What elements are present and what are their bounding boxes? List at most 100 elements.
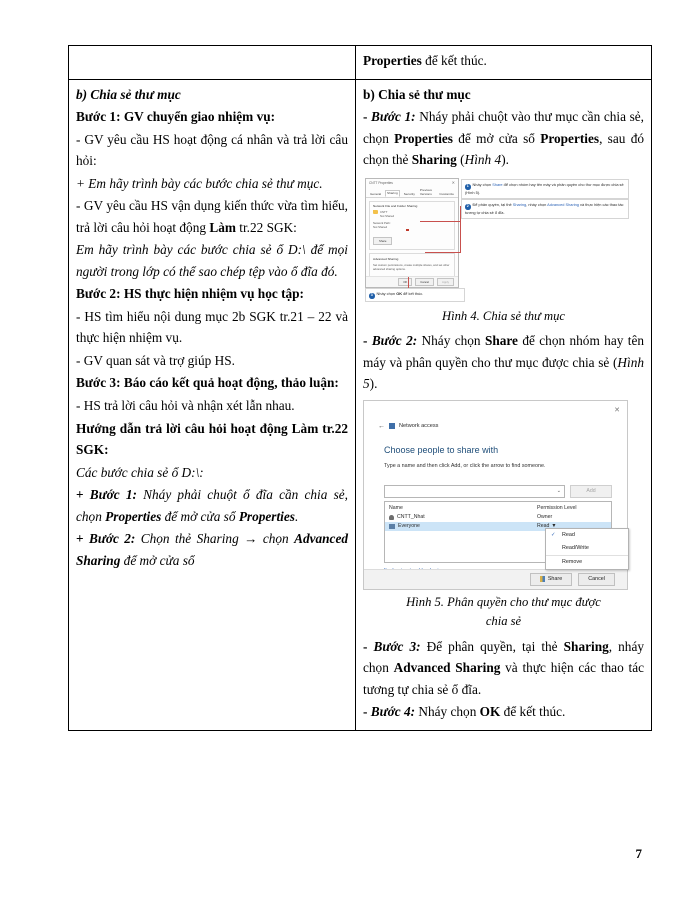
left-b2-label: Bước 2:: [88, 531, 136, 547]
callout-2-blue: Sharing: [512, 202, 527, 208]
tab-sharing[interactable]: Sharing: [385, 189, 400, 197]
close-icon[interactable]: ✕: [614, 406, 620, 414]
left-paragraph-4: Em hãy trình bày các bước chia sẻ ổ D:\ …: [76, 242, 348, 279]
right-b1-label: Bước 1:: [371, 109, 416, 125]
table-row[interactable]: CNTT_Nhat Owner: [385, 513, 611, 522]
callout-2-mid: , nháy chọn: [526, 202, 548, 208]
right-heading: b) Chia sẻ thư mục: [363, 86, 471, 102]
properties-title-text: CNTT Properties: [369, 180, 393, 185]
right-buoc2: - Bước 2: Nháy chọn Share để chọn nhóm h…: [363, 330, 644, 395]
page-number: 7: [635, 846, 643, 861]
right-b4-mark: -: [363, 704, 371, 720]
callout-1-pre: Nháy chọn: [472, 182, 493, 188]
left-paragraph-1: - GV yêu cầu HS hoạt động cá nhân và trả…: [76, 131, 348, 169]
right-b2-label: Bước 2:: [371, 333, 418, 349]
content-table: Properties để kết thúc. b) Chia sẻ thư m…: [68, 45, 652, 731]
right-b1-t2: để mở cửa sổ: [452, 130, 541, 146]
close-icon[interactable]: ✕: [452, 180, 455, 185]
table-row-main: b) Chia sẻ thư mục Bước 1: GV chuyển gia…: [68, 78, 652, 731]
apply-button[interactable]: Apply: [437, 277, 454, 286]
name-input[interactable]: ⌄: [384, 484, 565, 498]
right-b3-b1: Sharing: [563, 638, 609, 654]
back-arrow-icon[interactable]: ←: [378, 423, 385, 430]
section2-text: Set custom permissions, create multiple …: [373, 262, 450, 272]
left-paragraph-5: - HS tìm hiểu nội dung mục 2b SGK tr.21 …: [76, 308, 348, 346]
chevron-down-icon[interactable]: ⌄: [557, 488, 561, 494]
network-access-dialog: ✕ ← Network access Choose people to shar…: [363, 399, 629, 590]
figure-5-caption-line2: chia sẻ: [485, 614, 522, 629]
figure-4-image: CNTT Properties ✕ General Sharing Securi…: [363, 175, 629, 304]
dialog-subtitle: Type a name and then click Add, or click…: [384, 462, 546, 469]
callout-1: 1 Nháy chọn Share để chọn nhóm hay tên má…: [461, 178, 629, 199]
breadcrumb: ← Network access: [378, 423, 438, 430]
properties-bold: Properties: [363, 53, 422, 68]
properties-footer: OK Cancel Apply: [366, 275, 458, 287]
menu-item-read-write[interactable]: Read/Write: [546, 542, 628, 555]
ok-button[interactable]: OK: [398, 277, 413, 286]
callout-3: 3 Nháy chọn OK để kết thúc.: [365, 287, 465, 303]
right-b4-t1: Nháy chọn: [415, 704, 480, 720]
properties-body: Network File and Folder Sharing CNTT Not …: [366, 198, 458, 287]
cancel-button[interactable]: Cancel: [415, 277, 434, 286]
left-paragraph-2: + Em hãy trình bày các bước chia sẻ thư …: [76, 175, 323, 191]
tab-security[interactable]: Security: [403, 192, 416, 197]
right-b3-t1: Để phân quyền, tại thẻ: [420, 638, 564, 654]
right-b3-mark: -: [363, 638, 374, 654]
left-b2-t1: Chọn thẻ Sharing → chọn: [135, 531, 295, 547]
left-paragraph-6: - GV quan sát và trợ giúp HS.: [76, 352, 235, 368]
table-row-header: Properties để kết thúc.: [68, 45, 652, 80]
shield-icon: [539, 576, 545, 583]
left-guide-label: Hướng dẫn trả lời câu hỏi hoạt động Làm …: [76, 420, 348, 458]
right-b3-label: Bước 3:: [373, 638, 421, 654]
group-icon: [389, 523, 395, 529]
permission-dropdown-menu[interactable]: Read Read/Write Remove: [545, 527, 629, 570]
column-header-name: Name: [389, 504, 403, 511]
callout-2: 2 Để phân quyền, tại thẻ Sharing, nháy ch…: [461, 198, 629, 219]
right-b3-b2: Advanced Sharing: [393, 660, 501, 676]
share-button[interactable]: Share: [373, 236, 393, 245]
add-button[interactable]: Add: [570, 484, 612, 498]
left-paragraph-7: - HS trả lời câu hỏi và nhận xét lẫn nha…: [76, 397, 295, 413]
row-name-cell: CNTT_Nhat: [389, 514, 537, 520]
left-step1-label: Bước 1: GV chuyển giao nhiệm vụ:: [76, 109, 276, 125]
right-buoc4: - Bước 4: Nháy chọn OK để kết thúc.: [363, 701, 644, 723]
menu-item-read[interactable]: Read: [546, 529, 628, 542]
menu-item-remove[interactable]: Remove: [546, 556, 628, 569]
share-button[interactable]: Share: [529, 572, 573, 586]
left-b1-b1: Properties: [105, 508, 162, 524]
tab-customize[interactable]: Customize: [438, 192, 455, 197]
callout-2-blue2: Advanced Sharing: [547, 202, 579, 208]
document-page: Properties để kết thúc. b) Chia sẻ thư m…: [0, 0, 700, 906]
right-b4-label: Bước 4:: [370, 704, 416, 720]
right-b1-i1: Hình 4: [464, 152, 502, 168]
folder-labels: CNTT Not Shared: [380, 210, 394, 218]
left-b1-mark: +: [76, 487, 90, 503]
callout-3-number: 3: [369, 293, 375, 299]
callout-3-post: để kết thúc.: [402, 291, 424, 297]
network-file-folder-sharing-section: Network File and Folder Sharing CNTT Not …: [369, 200, 455, 251]
right-b1-mark: -: [363, 109, 372, 125]
left-b1-t3: .: [294, 508, 299, 524]
breadcrumb-label: Network access: [399, 423, 439, 430]
tab-general[interactable]: General: [369, 192, 382, 197]
right-b1-b1: Properties: [394, 130, 453, 146]
callout-2-pre: Để phân quyền, tại thẻ: [472, 202, 513, 208]
connector-line-2: [425, 251, 461, 253]
network-icon: [389, 423, 395, 430]
left-b1-t2: để mở cửa sổ: [161, 508, 239, 524]
right-b1-t4: (: [456, 152, 465, 168]
figure-5-caption: Hình 5. Phân quyền cho thư mục được chia …: [363, 593, 644, 632]
row-permission: Owner: [537, 514, 553, 521]
row-name: CNTT_Nhat: [397, 514, 425, 521]
left-p3-bold: Làm: [209, 219, 236, 235]
properties-tabstrip[interactable]: General Sharing Security Previous Versio…: [366, 188, 458, 198]
row-name-cell: Everyone: [389, 523, 537, 529]
cell-right-main: b) Chia sẻ thư mục - Bước 1: Nháy phải c…: [355, 78, 652, 731]
right-b1-b2: Properties: [540, 130, 600, 146]
callout-3-pre: Nháy chọn: [376, 291, 397, 297]
left-b1-b2: Properties: [238, 508, 295, 524]
right-b1-t5: ).: [501, 152, 509, 168]
figure-5: ✕ ← Network access Choose people to shar…: [363, 399, 644, 632]
cancel-button[interactable]: Cancel: [578, 572, 615, 586]
cell-right-top: Properties để kết thúc.: [355, 45, 652, 80]
